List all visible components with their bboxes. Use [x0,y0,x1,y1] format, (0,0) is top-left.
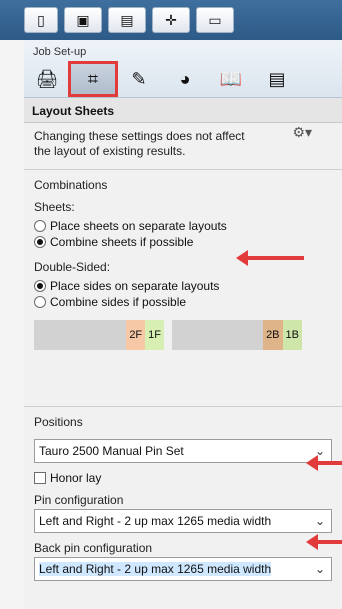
honor-lay-checkbox-row[interactable]: Honor lay [34,469,332,487]
back-pin-config-label: Back pin configuration [34,541,153,555]
tab-color-wheel-icon[interactable]: ◕ [162,63,208,95]
radio-button[interactable] [34,280,46,292]
annotation-arrow-sheets [236,250,304,266]
radio-label: Combine sheets if possible [50,235,194,249]
positions-title: Positions [34,415,83,429]
tab-layout-icon[interactable]: ⌗ [68,61,118,97]
tab-row: 🖨 ⌗ ✎ ◕ 📖 ▤ [24,61,300,97]
radio-sides-combine[interactable]: Combine sides if possible [34,294,332,310]
pin-set-select[interactable]: Tauro 2500 Manual Pin Set ⌄ [34,439,332,463]
pin-config-label: Pin configuration [34,493,124,507]
left-strip [0,0,24,609]
radio-label: Combine sides if possible [50,295,187,309]
job-setup-header: Job Set-up 🖨 ⌗ ✎ ◕ 📖 ▤ [24,40,342,98]
honor-lay-checkbox[interactable] [34,472,46,484]
radio-label: Place sides on separate layouts [50,279,220,293]
back-pin-config-select[interactable]: Left and Right - 2 up max 1265 media wid… [34,557,332,581]
section-title: Layout Sheets [24,98,342,123]
back-pin-config-value: Left and Right - 2 up max 1265 media wid… [39,562,272,576]
radio-button[interactable] [34,296,46,308]
color-swatch-icon[interactable]: ▤ [108,7,146,33]
crosshair-icon[interactable]: ✛ [152,7,190,33]
tab-book-icon[interactable]: 📖 [208,63,254,95]
top-toolbar: ▯ ▣ ▤ ✛ ▭ [0,0,342,40]
gear-icon[interactable]: ⚙▾ [292,124,312,141]
radio-button[interactable] [34,220,46,232]
pages-icon[interactable]: ▯ [24,7,58,33]
honor-lay-label: Honor lay [50,471,102,485]
annotation-arrow-pin-set [306,455,342,471]
back-preview: 2B 1B [172,320,302,350]
panel-content: Layout Sheets Changing these settings do… [24,98,342,581]
annotation-arrow-pin-config [306,534,342,550]
chip-1b: 1B [282,320,302,350]
sheets-label: Sheets: [34,200,75,214]
radio-sheets-combine[interactable]: Combine sheets if possible [34,234,332,250]
combinations-title: Combinations [34,178,108,192]
double-sided-label: Double-Sided: [34,260,111,274]
tab-pen-icon[interactable]: ✎ [116,63,162,95]
chevron-down-icon[interactable]: ⌄ [315,562,325,576]
radio-label: Place sheets on separate layouts [50,219,227,233]
pin-config-value: Left and Right - 2 up max 1265 media wid… [39,514,272,528]
job-setup-title: Job Set-up [33,46,87,58]
chip-2b: 2B [263,320,283,350]
tab-document-icon[interactable]: ▤ [254,63,300,95]
radio-sides-separate[interactable]: Place sides on separate layouts [34,278,332,294]
pin-set-value: Tauro 2500 Manual Pin Set [39,444,184,458]
radio-button[interactable] [34,236,46,248]
section-description: Changing these settings does not affect … [34,129,245,158]
layout-preview-row: 2F 1F 2B 1B [34,320,332,350]
radio-sheets-separate[interactable]: Place sheets on separate layouts [34,218,332,234]
image-icon[interactable]: ▣ [64,7,102,33]
chip-2f: 2F [126,320,146,350]
front-preview: 2F 1F [34,320,164,350]
tab-printer-icon[interactable]: 🖨 [24,63,70,95]
chevron-down-icon[interactable]: ⌄ [315,514,325,528]
panel-icon[interactable]: ▭ [196,7,234,33]
pin-config-select[interactable]: Left and Right - 2 up max 1265 media wid… [34,509,332,533]
chip-1f: 1F [145,320,164,350]
job-setup-panel: Job Set-up 🖨 ⌗ ✎ ◕ 📖 ▤ Layout Sheets Cha… [24,40,342,609]
